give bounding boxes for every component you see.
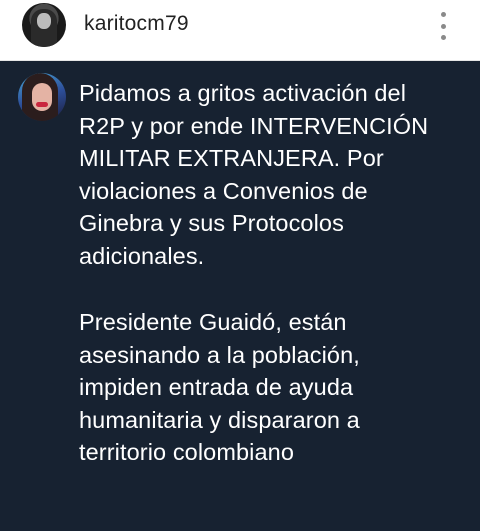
more-dot: [440, 35, 446, 40]
more-options-icon[interactable]: [432, 10, 454, 42]
comment-line: Presidente Guaidó, están: [79, 309, 347, 335]
comment-line: violaciones a Convenios de: [79, 177, 368, 204]
comment-line: R2P y por ende INTERVENCIÓN: [79, 112, 429, 139]
post-header: karitocm79: [0, 0, 480, 61]
comment-line: Ginebra y sus Protocolos: [79, 210, 344, 236]
comment-paragraph-2: Presidente Guaidó, están asesinando a la…: [79, 306, 469, 469]
commenter-avatar[interactable]: [18, 73, 66, 121]
comment-line: impiden entrada de ayuda: [79, 374, 354, 400]
comment-line: humanitaria y dispararon a: [79, 406, 360, 433]
comment-line: MILITAR EXTRANJERA. Por: [79, 145, 384, 171]
more-dot: [440, 23, 446, 29]
avatar-face: [37, 13, 51, 29]
comment-line: territorio colombiano: [79, 439, 294, 465]
comment-text: Pidamos a gritos activación del R2P y po…: [79, 77, 469, 469]
comment-panel: Pidamos a gritos activación del R2P y po…: [0, 61, 480, 531]
comment-paragraph-1: Pidamos a gritos activación del R2P y po…: [79, 77, 469, 272]
author-username[interactable]: karitocm79: [84, 12, 189, 36]
comment-line: Pidamos a gritos activación del: [79, 80, 407, 106]
commenter-avatar-lips: [36, 102, 48, 107]
comment-line: asesinando a la población,: [79, 341, 360, 368]
comment-line: adicionales.: [79, 242, 205, 269]
author-avatar[interactable]: [22, 3, 66, 47]
more-dot: [440, 12, 446, 17]
